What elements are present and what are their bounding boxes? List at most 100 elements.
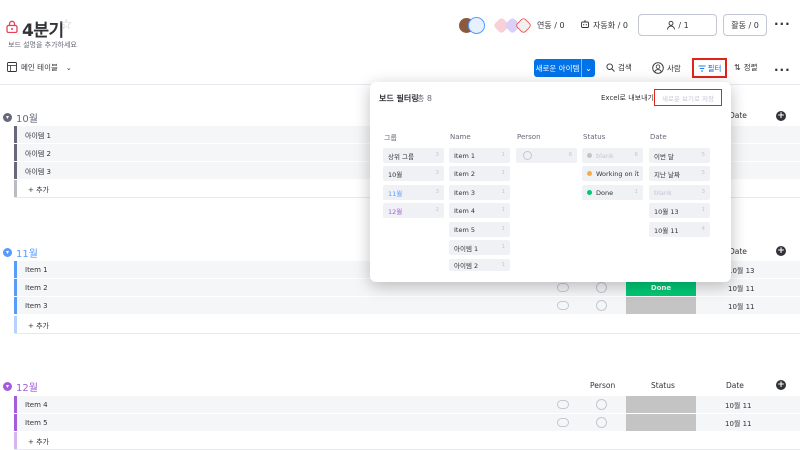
- more-options-icon[interactable]: ...: [774, 14, 791, 28]
- integrations-icons[interactable]: [493, 17, 534, 35]
- date-cell[interactable]: 10월 11: [728, 302, 754, 312]
- filter-chip-status[interactable]: blank 6: [582, 148, 643, 163]
- comment-icon[interactable]: [557, 418, 569, 427]
- filter-chip-date[interactable]: 10월 13 1: [649, 203, 710, 218]
- save-view-button[interactable]: 새로운 보기로 저장: [654, 89, 722, 106]
- add-item-label[interactable]: + 추가: [28, 437, 49, 447]
- filter-chip-name[interactable]: Item 2 1: [449, 166, 510, 181]
- filter-button[interactable]: 필터: [692, 58, 727, 78]
- activity-button[interactable]: 활동 / 0: [723, 14, 767, 36]
- filter-chip-date[interactable]: blank 3: [649, 185, 710, 200]
- item-name[interactable]: 아이템 2: [25, 149, 51, 159]
- filter-chip-group[interactable]: 11월 3: [383, 185, 444, 200]
- main-table-tab[interactable]: 메인 테이블 ⌄: [21, 62, 72, 73]
- table-row[interactable]: Item 3 10월 11: [14, 297, 800, 315]
- new-item-button[interactable]: 새로운 아이템 ⌄: [534, 59, 595, 77]
- filter-chip-name[interactable]: Item 3 1: [449, 185, 510, 200]
- filter-chip-name[interactable]: 아이템 1 1: [449, 240, 510, 255]
- filter-label: 필터: [707, 63, 722, 73]
- add-column-icon[interactable]: +: [776, 111, 786, 121]
- toolbar-more-icon[interactable]: ...: [774, 60, 791, 74]
- table-row[interactable]: Item 4 10월 11: [14, 396, 800, 414]
- add-item-label[interactable]: + 추가: [28, 321, 49, 331]
- comment-icon[interactable]: [557, 283, 569, 292]
- group-title[interactable]: 10월: [16, 110, 38, 125]
- filter-chip-group[interactable]: 12월 2: [383, 203, 444, 218]
- item-name[interactable]: 아이템 3: [25, 167, 51, 177]
- filter-chip-group[interactable]: 10월 3: [383, 166, 444, 181]
- filter-panel-count: 총 8: [417, 94, 432, 103]
- filter-chip-person[interactable]: 8: [516, 148, 577, 163]
- person-placeholder-icon[interactable]: [596, 300, 607, 311]
- comment-icon[interactable]: [557, 400, 569, 409]
- column-header-status[interactable]: Status: [651, 381, 675, 390]
- filter-chip-name[interactable]: 아이템 2 1: [449, 259, 510, 271]
- lock-icon: [6, 20, 18, 33]
- group-title[interactable]: 12월: [16, 379, 38, 394]
- star-icon[interactable]: ☆: [60, 17, 73, 33]
- sort-button[interactable]: ⇅ 정렬: [734, 62, 758, 73]
- group-header-november[interactable]: ▾ 11월: [3, 245, 38, 260]
- chevron-down-icon[interactable]: ⌄: [581, 59, 595, 77]
- person-placeholder-icon[interactable]: [596, 399, 607, 410]
- status-cell[interactable]: [626, 414, 696, 431]
- comment-icon[interactable]: [557, 301, 569, 310]
- add-item-label[interactable]: + 추가: [28, 185, 49, 195]
- date-cell[interactable]: 10월 11: [725, 401, 751, 411]
- search-button[interactable]: 검색: [606, 62, 632, 73]
- filter-chip-date[interactable]: 지난 날짜 5: [649, 166, 710, 181]
- board-title[interactable]: 4분기: [22, 16, 64, 41]
- chip-count: 8: [568, 152, 573, 158]
- chevron-down-icon[interactable]: ▾: [3, 248, 12, 257]
- add-item-row[interactable]: + 추가: [14, 432, 800, 450]
- chevron-down-icon[interactable]: ▾: [3, 113, 12, 122]
- filter-chip-group[interactable]: 상위 그룹 3: [383, 148, 444, 163]
- chip-count: 3: [435, 152, 440, 158]
- filter-chip-name[interactable]: Item 1 1: [449, 148, 510, 163]
- add-column-icon[interactable]: +: [776, 246, 786, 256]
- filter-panel: 보드 필터링 총 8 Excel로 내보내기 새로운 보기로 저장 그룹 Nam…: [370, 82, 731, 282]
- integrations-label[interactable]: 연동 / 0: [537, 20, 565, 31]
- board-description[interactable]: 보드 설명을 추가하세요: [8, 40, 77, 50]
- column-header-date[interactable]: Date: [729, 247, 747, 256]
- filter-chip-date[interactable]: 이번 달 5: [649, 148, 710, 163]
- filter-chip-status[interactable]: Done 1: [582, 185, 643, 200]
- automations-label[interactable]: 자동화 / 0: [593, 20, 628, 31]
- chip-count: 1: [501, 262, 506, 268]
- filter-chip-name[interactable]: Item 4 1: [449, 203, 510, 218]
- table-row[interactable]: Item 5 10월 11: [14, 414, 800, 432]
- item-name[interactable]: Item 1: [25, 266, 48, 274]
- date-cell[interactable]: 10월 11: [725, 419, 751, 429]
- column-header-date[interactable]: Date: [726, 381, 744, 390]
- group-title[interactable]: 11월: [16, 245, 38, 260]
- status-cell[interactable]: [626, 396, 696, 413]
- person-placeholder-icon[interactable]: [596, 417, 607, 428]
- members-button[interactable]: / 1: [638, 14, 717, 36]
- date-cell[interactable]: 10월 11: [728, 284, 754, 294]
- item-name[interactable]: Item 2: [25, 284, 48, 292]
- item-name[interactable]: 아이템 1: [25, 131, 51, 141]
- filter-chip-status[interactable]: Working on it 1: [582, 166, 643, 181]
- date-cell[interactable]: 10월 13: [728, 266, 754, 276]
- chip-label: blank: [654, 188, 672, 197]
- column-header-person[interactable]: Person: [590, 381, 615, 390]
- group-header-december[interactable]: ▾ 12월: [3, 379, 38, 394]
- filter-chip-date[interactable]: 10월 11 4: [649, 222, 710, 237]
- item-name[interactable]: Item 3: [25, 302, 48, 310]
- add-item-row[interactable]: + 추가: [14, 316, 800, 334]
- person-filter-button[interactable]: 사람: [652, 62, 681, 74]
- item-name[interactable]: Item 5: [25, 419, 48, 427]
- column-header-date[interactable]: Date: [729, 111, 747, 120]
- export-excel-link[interactable]: Excel로 내보내기: [601, 93, 654, 103]
- chip-count: 1: [634, 170, 639, 176]
- filter-chip-name[interactable]: Item 5 1: [449, 222, 510, 237]
- item-name[interactable]: Item 4: [25, 401, 48, 409]
- status-cell[interactable]: [626, 297, 696, 314]
- group-color-bar: [14, 261, 17, 278]
- chip-label: Item 3: [454, 188, 475, 197]
- add-column-icon[interactable]: +: [776, 380, 786, 390]
- subscribers-avatars[interactable]: [458, 17, 488, 35]
- group-header-october[interactable]: ▾ 10월: [3, 110, 38, 125]
- chevron-down-icon[interactable]: ▾: [3, 382, 12, 391]
- person-placeholder-icon[interactable]: [596, 282, 607, 293]
